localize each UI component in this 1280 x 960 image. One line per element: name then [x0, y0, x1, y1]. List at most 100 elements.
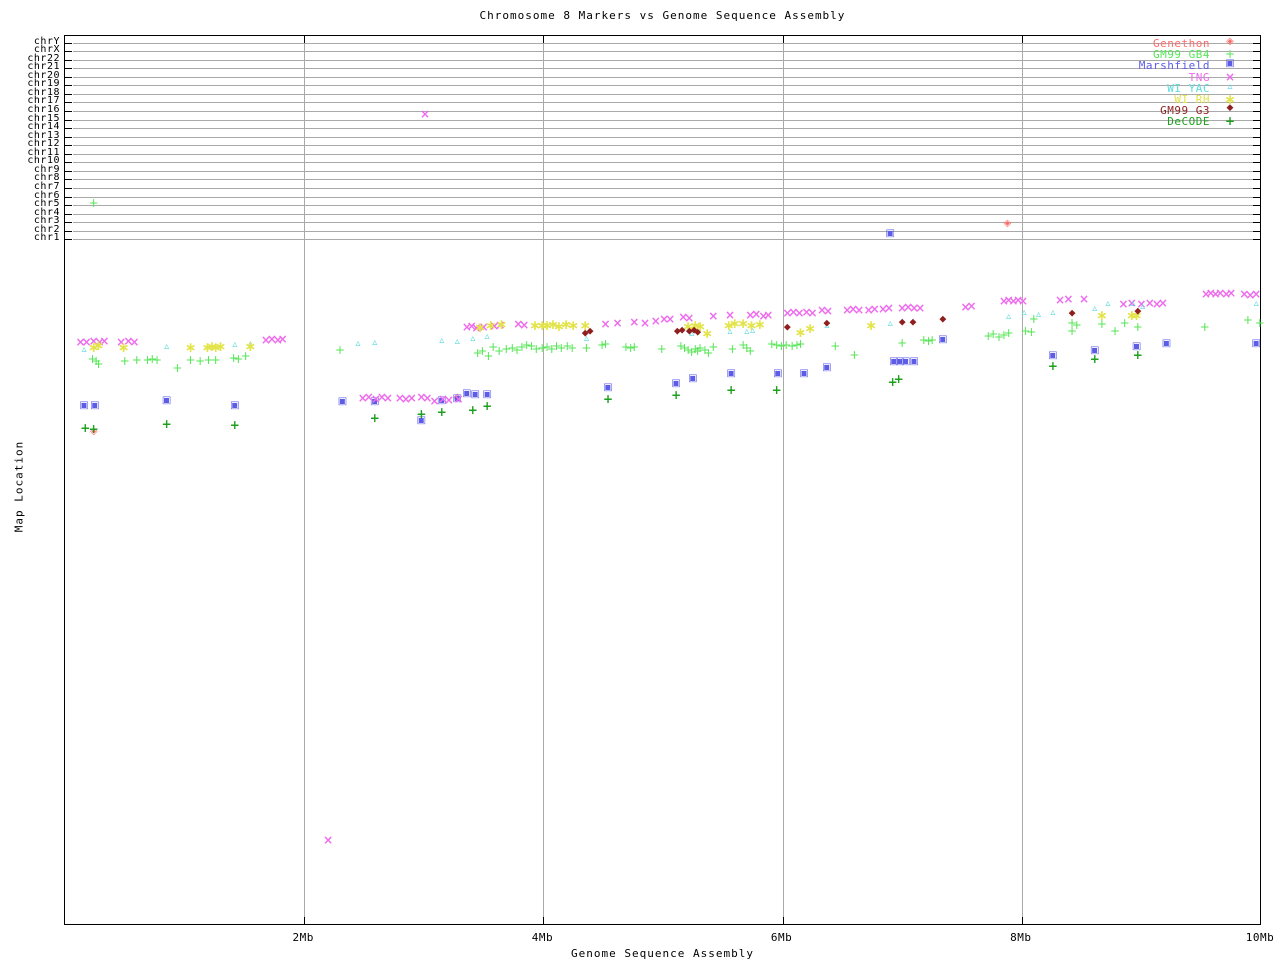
marker-gm99-gb4: + [1242, 312, 1253, 327]
chromosome-gridline [73, 196, 1260, 198]
marker-wi-yac: ▵ [1021, 307, 1027, 319]
open-triangle-icon: ▵ [1227, 80, 1233, 92]
y-tick-left [65, 42, 72, 44]
marker-tng: × [600, 317, 611, 332]
marker-wi-yac: ▵ [887, 318, 893, 330]
chart-canvas: Chromosome 8 Markers vs Genome Sequence … [0, 0, 1280, 960]
filled-diamond-icon: ◆ [1226, 103, 1234, 114]
marker-decode: + [436, 405, 447, 420]
marker-decode: + [416, 406, 427, 421]
y-tick-right [1253, 42, 1260, 44]
marker-gm99-gb4: + [830, 339, 841, 354]
marker-gm99-gb4: + [1067, 324, 1078, 339]
y-tick-right [1253, 119, 1260, 121]
y-tick-right [1253, 153, 1260, 155]
chromosome-gridline [73, 230, 1260, 232]
marker-marshfield: ▣ [230, 399, 240, 411]
marker-wi-yac: ▵ [1050, 307, 1056, 319]
y-tick-right [1253, 213, 1260, 215]
x-gridline [543, 36, 545, 924]
y-tick-left [65, 162, 72, 164]
marker-wi-yac: ▵ [1253, 297, 1259, 309]
y-tick-right [1253, 93, 1260, 95]
marker-tng: × [1226, 285, 1237, 300]
x-tick-top [304, 36, 306, 43]
y-tick-right [1253, 102, 1260, 104]
y-tick-left [65, 128, 72, 130]
marker-wi-rh: ∗ [117, 340, 130, 357]
marker-gm99-gb4: + [849, 348, 860, 363]
chromosome-gridline [73, 145, 1260, 147]
legend-label-decode: DeCODE [1167, 115, 1210, 129]
marker-marshfield: ▣ [909, 356, 919, 368]
marker-gm99-gb4: + [629, 340, 640, 355]
marker-marshfield: ▣ [773, 367, 783, 379]
y-tick-left [65, 239, 72, 241]
marker-wi-yac: ▵ [470, 333, 476, 345]
y-tick-right [1253, 188, 1260, 190]
y-tick-right [1253, 136, 1260, 138]
marker-tng: × [453, 391, 464, 406]
y-tick-right [1253, 170, 1260, 172]
marker-decode: + [1047, 358, 1058, 373]
marker-wi-yac: ▵ [372, 336, 378, 348]
marker-decode: + [893, 372, 904, 387]
y-tick-left [65, 230, 72, 232]
y-tick-right [1253, 145, 1260, 147]
marker-gm99-gb4: + [897, 335, 908, 350]
marker-gm99-gb4: + [745, 343, 756, 358]
marker-gm99-g3: ◆ [909, 317, 917, 328]
y-tick-left [65, 153, 72, 155]
marker-decode: + [1089, 351, 1100, 366]
y-tick-left [65, 196, 72, 198]
chromosome-gridline [73, 188, 1260, 190]
x-tick-top [543, 36, 545, 43]
x-tick-top [782, 36, 784, 43]
chart-title: Chromosome 8 Markers vs Genome Sequence … [479, 9, 846, 22]
marker-tng: × [884, 301, 895, 316]
y-tick-right [1253, 59, 1260, 61]
marker-wi-rh: ∗ [495, 316, 508, 333]
marker-gm99-gb4: + [93, 357, 104, 372]
marker-marshfield: ▣ [1161, 337, 1172, 349]
y-tick-left [65, 188, 72, 190]
marker-wi-yac: ▵ [81, 343, 87, 355]
y-tick-right [1253, 76, 1260, 78]
marker-genethon: ◈ [1003, 217, 1012, 229]
y-tick-left [65, 205, 72, 207]
y-axis-title: Map Location [12, 440, 26, 533]
marker-decode: + [671, 388, 682, 403]
marker-wi-yac: ▵ [164, 341, 170, 353]
marker-wi-yac: ▵ [1006, 310, 1012, 322]
x-tick-bottom [1021, 917, 1023, 924]
marker-gm99-g3: ◆ [1134, 306, 1142, 317]
y-tick-right [1253, 85, 1260, 87]
marker-tng: × [277, 332, 288, 347]
marker-tng: × [519, 317, 530, 332]
marker-gm99-gb4: + [88, 196, 99, 211]
y-tick-left [65, 110, 72, 112]
marker-tng: × [966, 299, 977, 314]
marker-tng: × [1063, 292, 1074, 307]
x-axis-title: Genome Sequence Assembly [571, 947, 754, 960]
marker-wi-rh: ∗ [754, 316, 766, 333]
y-tick-left [65, 59, 72, 61]
marker-gm99-gb4: + [1254, 316, 1265, 331]
y-tick-left [65, 145, 72, 147]
marker-gm99-gb4: + [656, 341, 667, 356]
open-square-dot-icon: ▣ [1225, 58, 1235, 70]
marker-gm99-g3: ◆ [898, 317, 906, 328]
y-tick-right [1253, 110, 1260, 112]
x-gridline [304, 36, 306, 924]
marker-gm99-g3: ◆ [823, 318, 831, 329]
marker-decode: + [602, 391, 613, 406]
marker-wi-rh: ∗ [244, 339, 257, 356]
marker-marshfield: ▣ [79, 399, 89, 411]
marker-wi-rh: ∗ [865, 317, 877, 334]
marker-tng: × [1157, 295, 1168, 310]
marker-tng: × [640, 316, 651, 331]
marker-gm99-gb4: + [1110, 324, 1121, 339]
marker-tng: × [612, 316, 623, 331]
marker-wi-yac: ▵ [355, 337, 361, 349]
x-tick-top [1021, 36, 1023, 43]
